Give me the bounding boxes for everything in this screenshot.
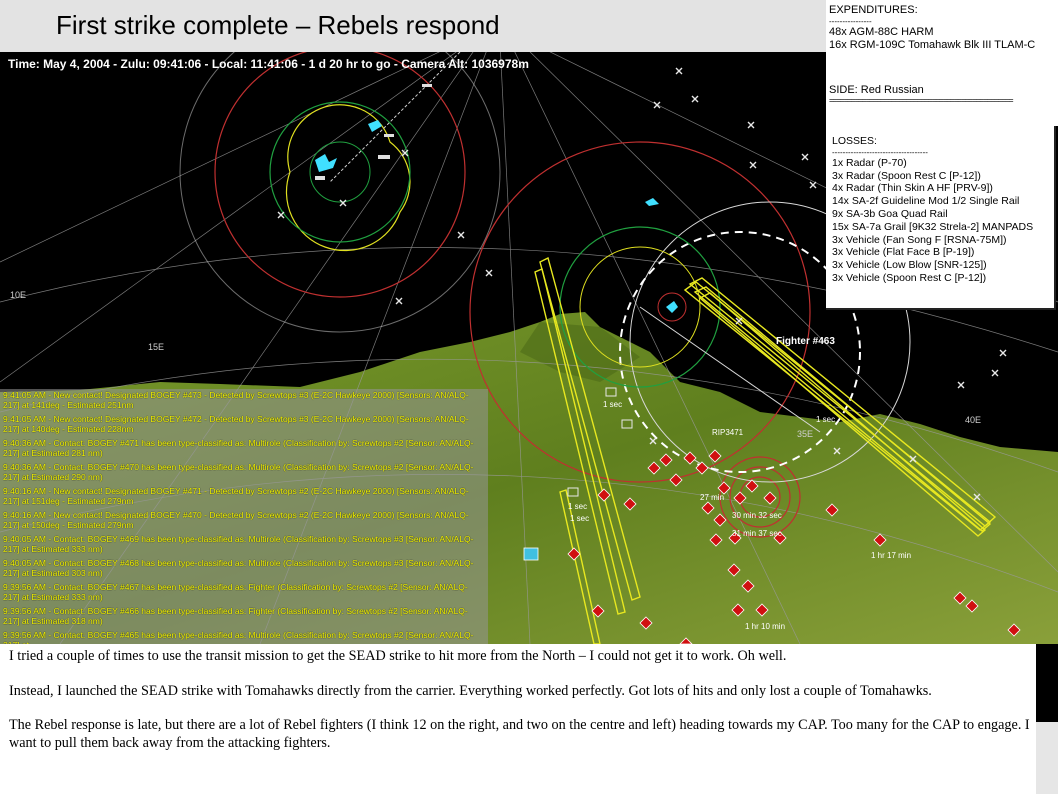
losses-heading: LOSSES:	[832, 135, 877, 147]
log-entry[interactable]: 9:39:56 AM - Contact: BOGEY #466 has bee…	[0, 605, 488, 629]
log-entry[interactable]: 9:39:56 AM - Contact: BOGEY #465 has bee…	[0, 629, 488, 644]
expenditure-item: 48x AGM-88C HARM	[829, 26, 934, 38]
loss-item: 9x SA-3b Goa Quad Rail	[832, 207, 948, 220]
log-entry[interactable]: 9:40:36 AM - Contact: BOGEY #470 has bee…	[0, 461, 488, 485]
log-entry[interactable]: 9:40:36 AM - Contact: BOGEY #471 has bee…	[0, 437, 488, 461]
log-entry[interactable]: 9:40:05 AM - Contact: BOGEY #469 has bee…	[0, 533, 488, 557]
expenditures-heading: EXPENDITURES:	[829, 4, 918, 16]
unit-label[interactable]: RIP3471	[712, 428, 743, 437]
note-paragraph: Instead, I launched the SEAD strike with…	[9, 682, 932, 699]
losses-panel: LOSSES: --------------------------------…	[826, 126, 1056, 310]
unit-label-fighter[interactable]: Fighter #463	[776, 336, 835, 347]
commentary-notes: I tried a couple of times to use the tra…	[9, 648, 1031, 769]
log-entry[interactable]: 9:40:16 AM - New contact! Designated BOG…	[0, 509, 488, 533]
longitude-label: 10E	[10, 290, 27, 300]
note-paragraph: The Rebel response is late, but there ar…	[9, 717, 1030, 751]
expenditure-item: 16x RGM-109C Tomahawk Blk III TLAM-C	[829, 39, 1036, 51]
log-entry[interactable]: 9:40:16 AM - New contact! Designated BOG…	[0, 485, 488, 509]
loss-item: 14x SA-2f Guideline Mod 1/2 Single Rail	[832, 195, 1020, 208]
log-entry[interactable]: 9:41:05 AM - New contact! Designated BOG…	[0, 389, 488, 413]
separator: ------------------------------------	[832, 147, 928, 157]
expenditures-panel: EXPENDITURES: ---------------- 48x AGM-8…	[826, 0, 1058, 126]
unit-label: 31 min 37 sec	[732, 529, 782, 538]
map-edge-strip	[1036, 644, 1058, 722]
unit-label: 1 sec	[570, 514, 590, 523]
unit-label: 30 min 32 sec	[732, 511, 782, 520]
message-log[interactable]: 9:41:05 AM - New contact! Designated BOG…	[0, 389, 488, 644]
page-edge-strip	[1036, 722, 1058, 794]
loss-item: 1x Radar (P-70)	[832, 156, 907, 169]
log-entry[interactable]: 9:39:56 AM - Contact: BOGEY #467 has bee…	[0, 581, 488, 605]
log-entry[interactable]: 9:40:05 AM - Contact: BOGEY #468 has bee…	[0, 557, 488, 581]
loss-item: 3x Vehicle (Flat Face B [P-19])	[832, 246, 975, 259]
unit-label: 1 sec	[603, 400, 623, 409]
side-label: SIDE: Red Russian	[829, 84, 924, 96]
unit-label: 27 min	[700, 493, 725, 502]
friendly-aircraft	[315, 120, 678, 313]
log-entry[interactable]: 9:41:05 AM - New contact! Designated BOG…	[0, 413, 488, 437]
longitude-label: 15E	[148, 342, 165, 352]
longitude-label: 35E	[797, 429, 814, 439]
time-readout: Time: May 4, 2004 - Zulu: 09:41:06 - Loc…	[8, 57, 529, 71]
loss-item: 4x Radar (Thin Skin A HF [PRV-9])	[832, 182, 993, 195]
note-paragraph: I tried a couple of times to use the tra…	[9, 648, 787, 664]
loss-item: 3x Radar (Spoon Rest C [P-12])	[832, 169, 981, 182]
unit-label: 1 sec	[816, 415, 836, 424]
carrier-group-icon	[523, 547, 539, 561]
loss-item: 3x Vehicle (Spoon Rest C [P-12])	[832, 271, 987, 284]
title-bar: First strike complete – Rebels respond	[0, 0, 826, 52]
double-separator: ========================================…	[829, 97, 1014, 105]
unit-label: 1 hr 17 min	[871, 551, 912, 560]
loss-item: 15x SA-7a Grail [9K32 Strela-2] MANPADS	[832, 220, 1034, 233]
longitude-label: 40E	[965, 415, 982, 425]
loss-item: 3x Vehicle (Fan Song F [RSNA-75M])	[832, 233, 1007, 246]
separator: ----------------	[829, 17, 872, 26]
unit-label: 1 hr 10 min	[745, 622, 786, 631]
unit-label: 1 sec	[568, 502, 588, 511]
loss-item: 3x Vehicle (Low Blow [SNR-125])	[832, 259, 987, 272]
page-title: First strike complete – Rebels respond	[56, 10, 500, 40]
